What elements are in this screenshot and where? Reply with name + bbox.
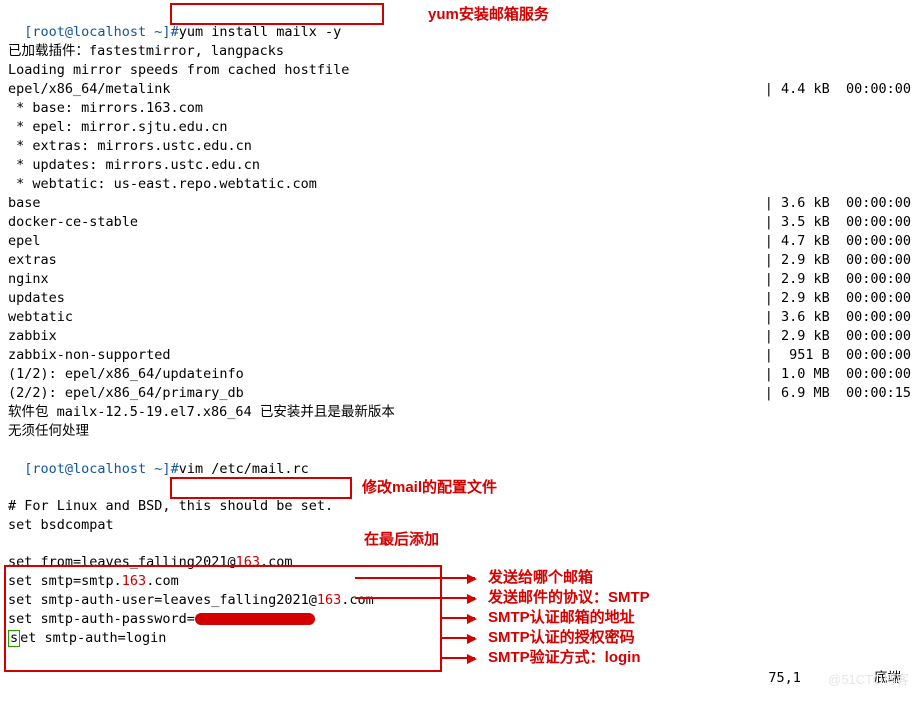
cmd-vim[interactable]: vim /etc/mail.rc (179, 461, 309, 477)
vim-comment: # For Linux and BSD, this should be set. (8, 497, 911, 516)
explain-user: SMTP认证邮箱的地址 (488, 608, 635, 627)
prompt-user: [root@localhost ~] (24, 24, 170, 40)
watermark: @51CTO博客 (828, 670, 909, 689)
explain-auth: SMTP验证方式：login (488, 648, 641, 667)
repo-row: epel| 4.7 kB 00:00:00 (8, 232, 911, 251)
anno-add: 在最后添加 (364, 530, 439, 549)
cfg-pass[interactable]: set smtp-auth-password= (8, 610, 911, 629)
out-loading: Loading mirror speeds from cached hostfi… (8, 61, 911, 80)
repo-row: (1/2): epel/x86_64/updateinfo| 1.0 MB 00… (8, 365, 911, 384)
arrow-icon (355, 577, 475, 579)
repo-row: (2/2): epel/x86_64/primary_db| 6.9 MB 00… (8, 384, 911, 403)
repo-row: zabbix| 2.9 kB 00:00:00 (8, 327, 911, 346)
prompt-line-2: [root@localhost ~]#vim /etc/mail.rc (8, 441, 911, 479)
vim-set-bsd: set bsdcompat (8, 516, 911, 535)
repo-row-metalink: epel/x86_64/metalink | 4.4 kB 00:00:00 (8, 80, 911, 99)
arrow-icon (440, 617, 475, 619)
prompt-hash: # (171, 24, 179, 40)
arrow-icon (440, 637, 475, 639)
cfg-smtp[interactable]: set smtp=smtp.163.com (8, 572, 911, 591)
repo-row: zabbix-non-supported| 951 B 00:00:00 (8, 346, 911, 365)
out-plugins: 已加载插件：fastestmirror, langpacks (8, 42, 911, 61)
vim-pos: 75,1 (768, 670, 801, 686)
arrow-icon (355, 597, 475, 599)
mirror-line: * webtatic: us-east.repo.webtatic.com (8, 175, 911, 194)
mirror-line: * base: mirrors.163.com (8, 99, 911, 118)
prompt-user: [root@localhost ~] (24, 461, 170, 477)
explain-from: 发送给哪个邮箱 (488, 568, 593, 587)
cfg-user[interactable]: set smtp-auth-user=leaves_falling2021@16… (8, 591, 911, 610)
repo-row: docker-ce-stable| 3.5 kB 00:00:00 (8, 213, 911, 232)
mirror-line: * epel: mirror.sjtu.edu.cn (8, 118, 911, 137)
anno-yum: yum安装邮箱服务 (428, 5, 549, 24)
repo-row: webtatic| 3.6 kB 00:00:00 (8, 308, 911, 327)
cfg-from[interactable]: set from=leaves_falling2021@163.com (8, 553, 911, 572)
repo-row: base| 3.6 kB 00:00:00 (8, 194, 911, 213)
repo-name: epel/x86_64/metalink (8, 80, 171, 99)
arrow-icon (440, 657, 475, 659)
repo-row: updates| 2.9 kB 00:00:00 (8, 289, 911, 308)
explain-smtp: 发送邮件的协议：SMTP (488, 588, 650, 607)
anno-vim: 修改mail的配置文件 (362, 478, 497, 497)
repo-row: extras| 2.9 kB 00:00:00 (8, 251, 911, 270)
mirror-line: * updates: mirrors.ustc.edu.cn (8, 156, 911, 175)
pkg-status: 软件包 mailx-12.5-19.el7.x86_64 已安装并且是最新版本 (8, 403, 911, 422)
explain-pass: SMTP认证的授权密码 (488, 628, 635, 647)
mirror-line: * extras: mirrors.ustc.edu.cn (8, 137, 911, 156)
repo-row: nginx| 2.9 kB 00:00:00 (8, 270, 911, 289)
cmd-yum[interactable]: yum install mailx -y (179, 24, 342, 40)
redacted-password (195, 613, 315, 625)
noop: 无须任何处理 (8, 422, 911, 441)
repo-size: | 4.4 kB 00:00:00 (765, 80, 911, 99)
vim-cursor: s (8, 630, 20, 647)
prompt-hash: # (171, 461, 179, 477)
